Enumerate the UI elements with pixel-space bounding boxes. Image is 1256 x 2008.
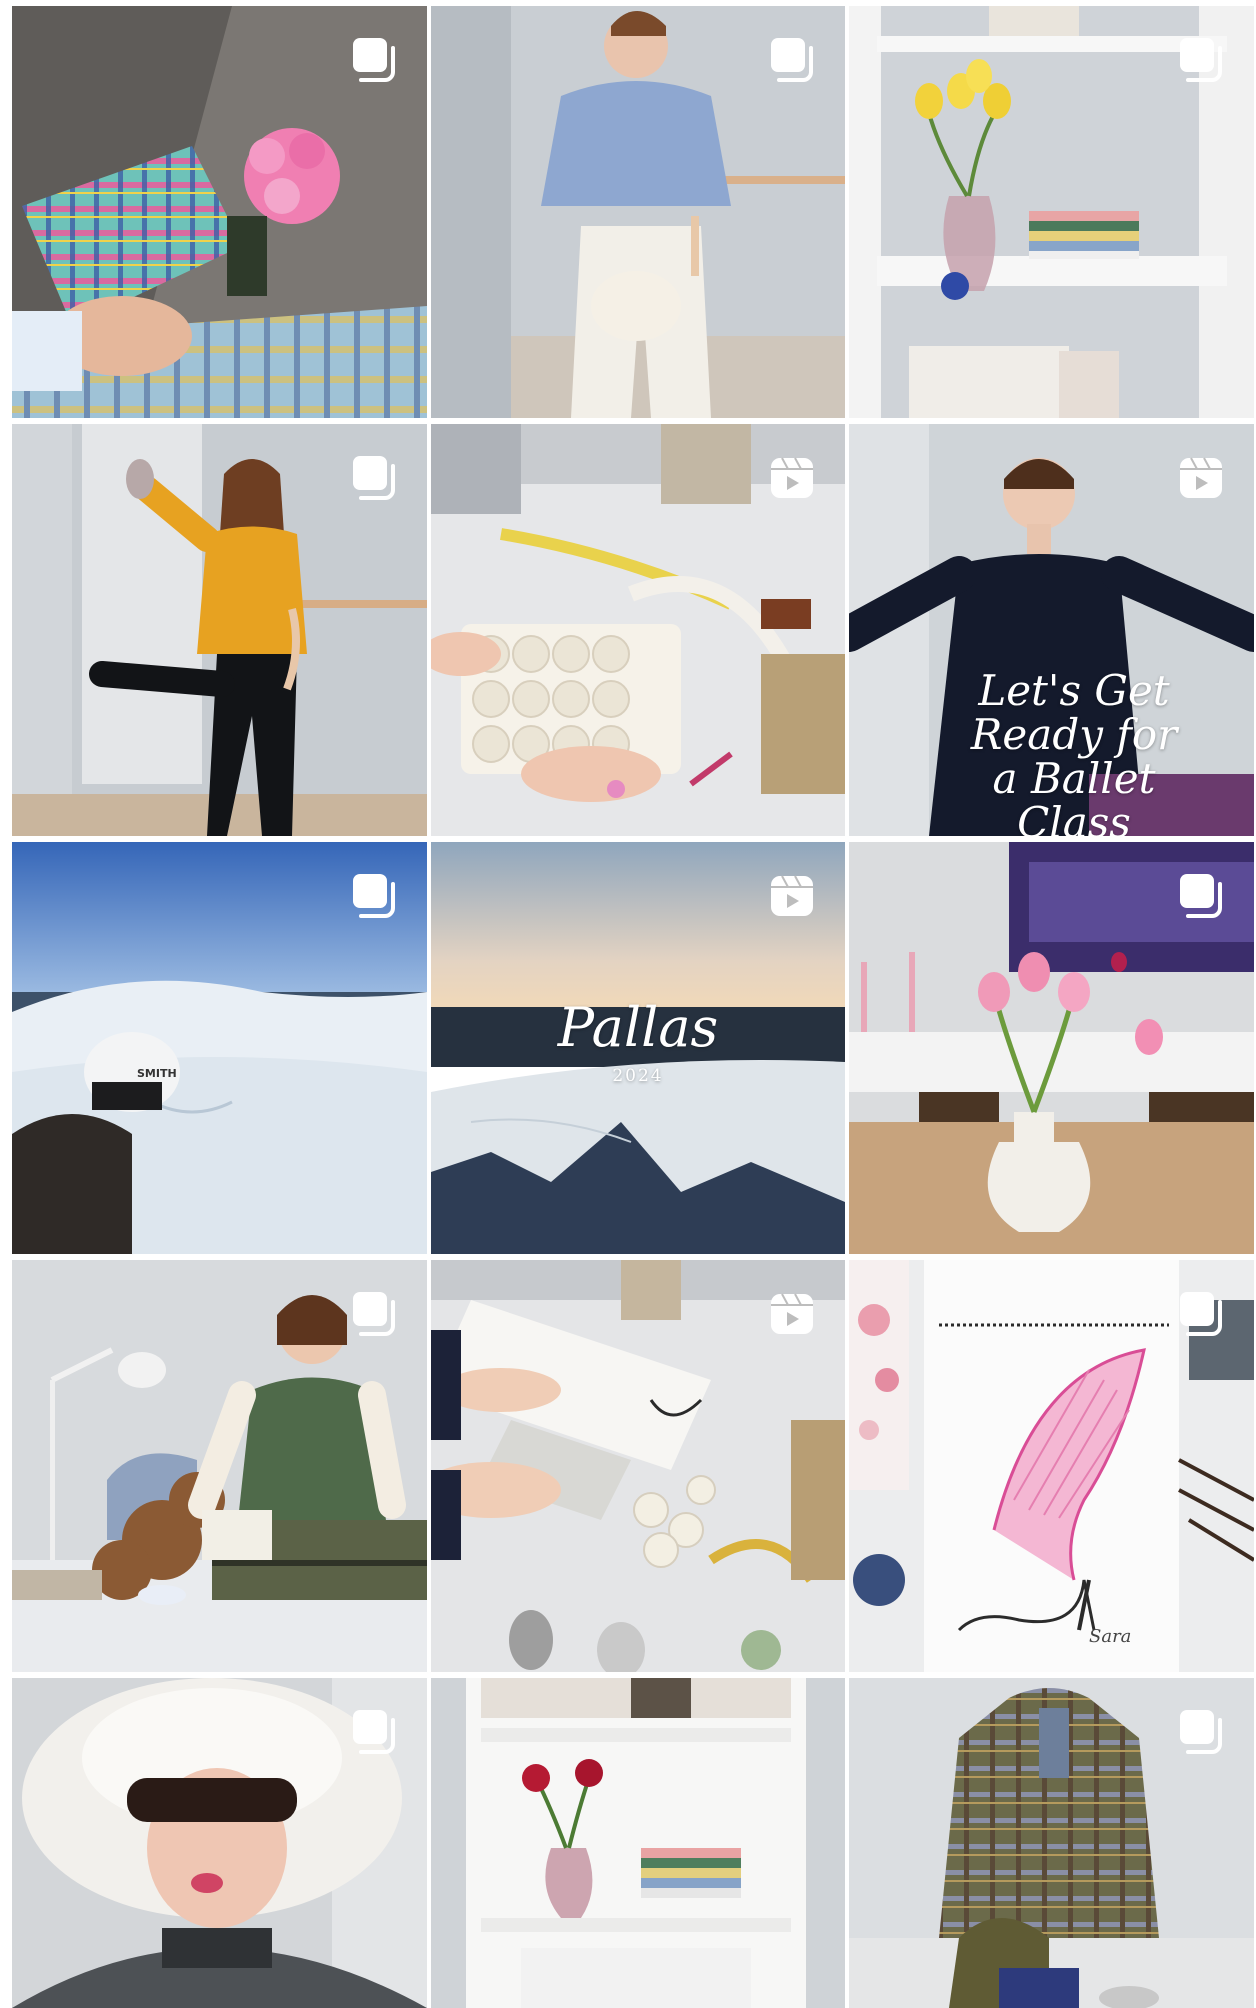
carousel-icon	[349, 870, 401, 922]
reel-icon	[767, 452, 819, 504]
carousel-icon	[349, 452, 401, 504]
post-tile-15[interactable]	[849, 1678, 1254, 2008]
post-tile-5[interactable]	[431, 424, 845, 836]
post-tile-10[interactable]	[12, 1260, 427, 1672]
reel-icon	[1176, 452, 1228, 504]
carousel-icon	[1176, 1288, 1228, 1340]
posts-grid: Let's Get Ready for a Ballet Class SMITH	[12, 6, 1256, 2008]
carousel-icon	[349, 1706, 401, 1758]
post-image-14	[431, 1678, 845, 2008]
post-tile-8[interactable]: Pallas 2024	[431, 842, 845, 1254]
post-tile-6[interactable]: Let's Get Ready for a Ballet Class	[849, 424, 1254, 836]
post-tile-4[interactable]	[12, 424, 427, 836]
post-tile-7[interactable]: SMITH	[12, 842, 427, 1254]
post-tile-14[interactable]	[431, 1678, 845, 2008]
sketch-signature: Sara	[1089, 1626, 1132, 1647]
reel-icon	[767, 870, 819, 922]
carousel-icon	[349, 34, 401, 86]
carousel-icon	[1176, 870, 1228, 922]
carousel-icon	[1176, 1706, 1228, 1758]
post-tile-9[interactable]	[849, 842, 1254, 1254]
carousel-icon	[767, 34, 819, 86]
post-tile-1[interactable]	[12, 6, 427, 418]
carousel-icon	[349, 1288, 401, 1340]
carousel-icon	[1176, 34, 1228, 86]
post-tile-3[interactable]	[849, 6, 1254, 418]
reel-icon	[767, 1288, 819, 1340]
post-tile-11[interactable]	[431, 1260, 845, 1672]
helmet-text: SMITH	[137, 1067, 177, 1080]
post-tile-2[interactable]	[431, 6, 845, 418]
post-tile-13[interactable]	[12, 1678, 427, 2008]
post-tile-12[interactable]: Sara	[849, 1260, 1254, 1672]
